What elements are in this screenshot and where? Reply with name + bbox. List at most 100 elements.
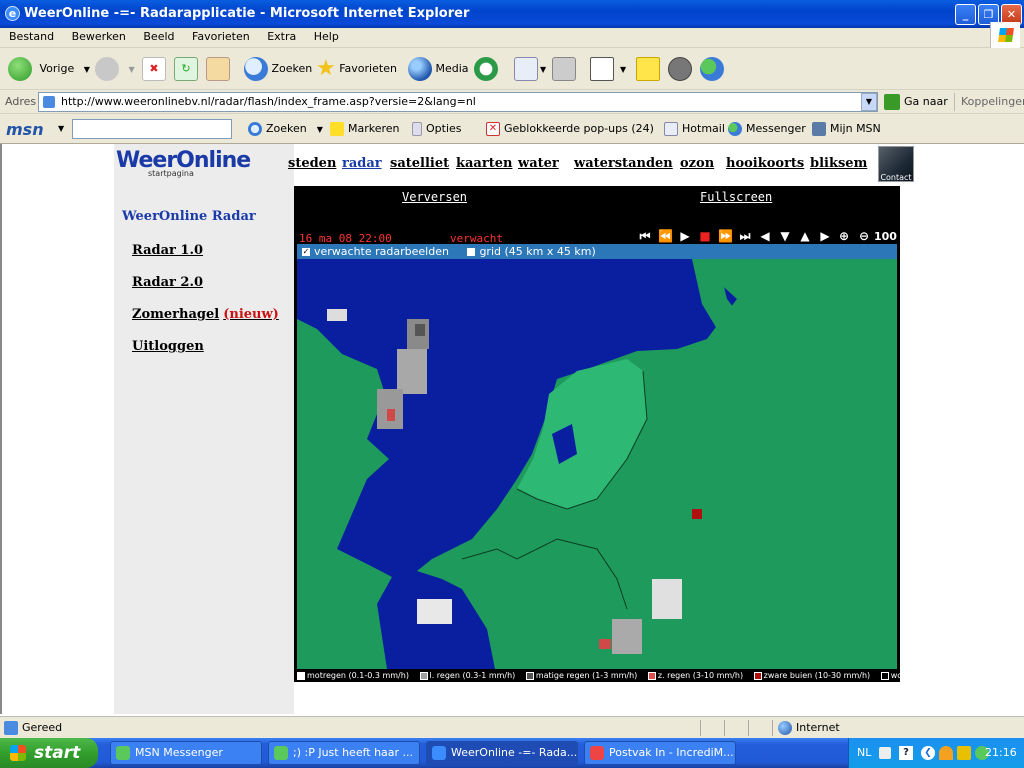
media-button[interactable]: Media	[408, 55, 469, 83]
search-button[interactable]: Zoeken	[244, 55, 312, 83]
task-weeronline[interactable]: WeerOnline -=- Rada...	[426, 741, 578, 765]
my-msn-icon	[812, 122, 826, 136]
chevron-down-icon: ▼	[316, 125, 323, 134]
start-button[interactable]: start	[0, 738, 98, 768]
msn-search-input[interactable]	[72, 119, 232, 139]
nav-hooikoorts[interactable]: hooikoorts	[726, 156, 804, 171]
history-button[interactable]	[474, 55, 498, 83]
language-indicator[interactable]: NL	[857, 738, 871, 768]
pan-down-icon[interactable]: ▼	[778, 228, 792, 244]
new-badge: (nieuw)	[223, 307, 279, 322]
fullscreen-link[interactable]: Fullscreen	[700, 190, 772, 204]
last-frame-icon[interactable]: ⏭	[738, 228, 752, 244]
discuss-button[interactable]	[668, 55, 692, 83]
window-title-bar[interactable]: e WeerOnline -=- Radarapplicatie - Micro…	[0, 0, 1024, 28]
menu-tools[interactable]: Extra	[260, 28, 303, 46]
nav-steden[interactable]: steden	[288, 156, 336, 171]
notes-button[interactable]	[636, 55, 660, 83]
nav-water[interactable]: water	[518, 156, 559, 171]
refresh-icon: ↻	[174, 57, 198, 81]
menu-view[interactable]: Beeld	[136, 28, 181, 46]
msn-logo[interactable]: msn	[6, 120, 44, 139]
nav-bliksem[interactable]: bliksem	[810, 156, 867, 171]
hotmail-icon	[664, 122, 678, 136]
my-msn-button[interactable]: Mijn MSN	[812, 121, 881, 137]
legend-swatch	[647, 671, 656, 680]
chevron-left-icon[interactable]: ❮	[921, 746, 935, 760]
pan-right-icon[interactable]: ▶	[818, 228, 832, 244]
address-bar: Adres http://www.weeronlinebv.nl/radar/f…	[0, 90, 1024, 114]
minimize-button[interactable]: _	[955, 4, 976, 25]
status-divider	[724, 720, 725, 736]
messenger-button[interactable]: Messenger	[728, 121, 806, 137]
radar-map[interactable]	[297, 259, 897, 669]
menu-favorites[interactable]: Favorieten	[185, 28, 257, 46]
options-icon	[412, 122, 422, 136]
radar-legend: motregen (0.1-0.3 mm/h) l. regen (0.3-1 …	[297, 669, 983, 682]
step-back-icon[interactable]: ⏪	[658, 228, 673, 244]
chevron-down-icon[interactable]: ▼	[58, 121, 64, 137]
menu-edit[interactable]: Bewerken	[65, 28, 133, 46]
sidebar-item-uitloggen[interactable]: Uitloggen	[132, 339, 204, 354]
popup-blocker-button[interactable]: ✕Geblokkeerde pop-ups (24)▼	[486, 121, 672, 138]
nav-waterstanden[interactable]: waterstanden	[574, 156, 673, 171]
edit-button[interactable]: ▼	[590, 55, 626, 83]
nav-ozon[interactable]: ozon	[680, 156, 714, 171]
hotmail-button[interactable]: Hotmail	[664, 121, 725, 137]
nav-kaarten[interactable]: kaarten	[456, 156, 512, 171]
forward-button[interactable]: ▼	[95, 55, 135, 83]
menu-help[interactable]: Help	[307, 28, 346, 46]
tray-app-icon[interactable]	[939, 746, 953, 760]
keyboard-icon[interactable]	[879, 747, 891, 759]
pan-up-icon[interactable]: ▲	[798, 228, 812, 244]
checkbox-icon	[467, 248, 476, 256]
tray-app-icon[interactable]	[957, 746, 971, 760]
stop-button[interactable]: ✖	[142, 55, 166, 83]
back-button[interactable]: Vorige ▼	[8, 55, 90, 83]
note-icon	[636, 57, 660, 81]
stop-icon[interactable]: ■	[698, 228, 712, 244]
weeronline-logo[interactable]: WeerOnline startpagina	[116, 148, 251, 178]
messenger-icon	[274, 746, 288, 760]
help-icon[interactable]: ?	[899, 746, 913, 760]
sidebar-item-zomerhagel[interactable]: Zomerhagel (nieuw)	[132, 307, 279, 322]
home-button[interactable]	[206, 55, 230, 83]
menu-file[interactable]: Bestand	[0, 28, 61, 46]
play-icon[interactable]: ▶	[678, 228, 692, 244]
messenger-people-icon	[728, 122, 742, 136]
chevron-down-icon[interactable]: ▼	[861, 93, 877, 111]
highlight-button[interactable]: Markeren	[330, 121, 400, 137]
grid-checkbox[interactable]: grid (45 km x 45 km)	[462, 245, 596, 258]
go-button[interactable]: Ga naar	[884, 93, 948, 111]
mail-button[interactable]: ▼	[514, 55, 546, 83]
favorites-button[interactable]: ★ Favorieten	[316, 55, 397, 83]
refresh-button[interactable]: ↻	[174, 55, 198, 83]
task-chat[interactable]: ;) :P Just heeft haar ...	[268, 741, 420, 765]
zoom-out-icon[interactable]: ⊖	[857, 228, 871, 244]
nav-radar[interactable]: radar	[342, 156, 382, 171]
task-incredimail[interactable]: Postvak In - IncrediM...	[584, 741, 736, 765]
nav-satelliet[interactable]: satelliet	[390, 156, 449, 171]
options-button[interactable]: Opties	[412, 121, 462, 137]
sidebar-item-radar-2[interactable]: Radar 2.0	[132, 275, 203, 290]
contact-button[interactable]: Contact	[878, 146, 914, 182]
history-clock-icon	[474, 57, 498, 81]
sidebar-item-radar-1[interactable]: Radar 1.0	[132, 243, 203, 258]
msn-search-button[interactable]: Zoeken ▼	[248, 121, 323, 138]
clock[interactable]: 21:16	[985, 738, 1017, 768]
task-msn-messenger[interactable]: MSN Messenger	[110, 741, 262, 765]
refresh-link[interactable]: Verversen	[402, 190, 467, 204]
windows-logo-icon	[990, 22, 1020, 48]
first-frame-icon[interactable]: ⏮	[638, 228, 652, 244]
messenger-button[interactable]	[700, 55, 724, 83]
pan-left-icon[interactable]: ◀	[758, 228, 772, 244]
zoom-in-icon[interactable]: ⊕	[837, 228, 851, 244]
print-button[interactable]	[552, 55, 576, 83]
forecast-checkbox[interactable]: ✓ verwachte radarbeelden	[297, 245, 449, 258]
menu-bar: Bestand Bewerken Beeld Favorieten Extra …	[0, 28, 1024, 48]
legend-swatch	[419, 671, 428, 680]
address-input[interactable]: http://www.weeronlinebv.nl/radar/flash/i…	[38, 92, 878, 112]
links-button[interactable]: Koppelingen	[954, 93, 1024, 111]
step-forward-icon[interactable]: ⏩	[718, 228, 733, 244]
mail-icon	[514, 57, 538, 81]
